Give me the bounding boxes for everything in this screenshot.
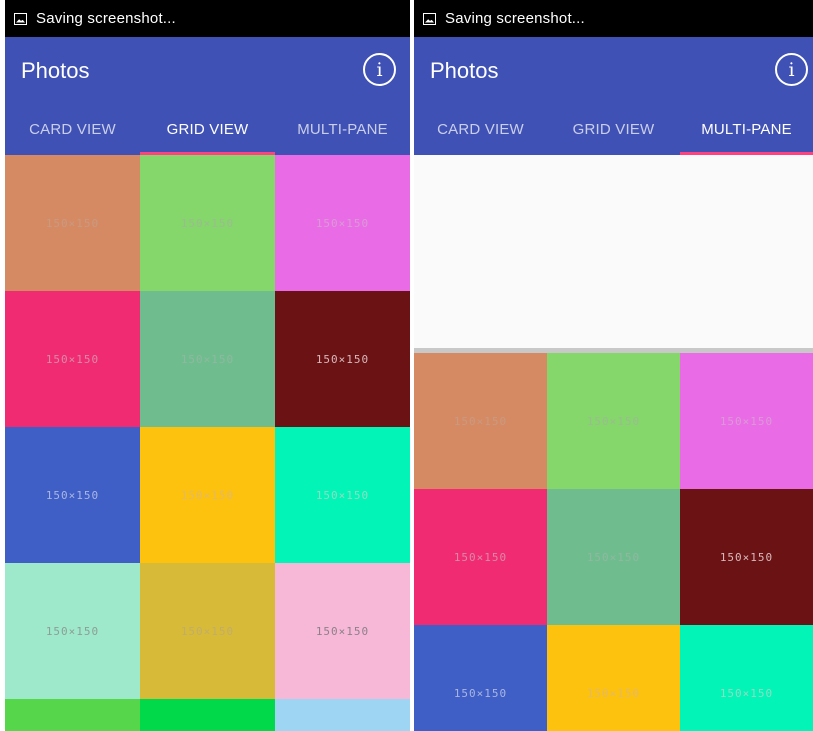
photo-tile[interactable]: 150×150 <box>547 489 680 625</box>
photo-tile[interactable]: 150×150 <box>680 353 813 489</box>
photo-tile[interactable]: 150×150 <box>5 427 140 563</box>
info-icon[interactable]: i <box>775 53 808 86</box>
photo-tile[interactable]: 150×150 <box>414 489 547 625</box>
photo-tile[interactable]: 150×150 <box>680 489 813 625</box>
photo-tile[interactable] <box>5 699 140 731</box>
tab-multi-pane[interactable]: MULTI-PANE <box>680 103 813 155</box>
photo-tile[interactable]: 150×150 <box>414 625 547 731</box>
app-title: Photos <box>21 58 90 83</box>
status-bar: Saving screenshot... <box>5 0 410 37</box>
photo-tile[interactable]: 150×150 <box>140 291 275 427</box>
tab-grid-view[interactable]: GRID VIEW <box>140 103 275 155</box>
photo-tile[interactable]: 150×150 <box>275 427 410 563</box>
detail-pane <box>414 155 813 348</box>
photo-tile[interactable]: 150×150 <box>547 353 680 489</box>
photo-tile[interactable] <box>140 699 275 731</box>
photo-tile[interactable]: 150×150 <box>5 155 140 291</box>
app-title: Photos <box>430 58 499 83</box>
photo-tile[interactable]: 150×150 <box>140 155 275 291</box>
photo-tile[interactable]: 150×150 <box>275 563 410 699</box>
right-screen: Saving screenshot... Photos i CARD VIEW … <box>414 0 813 731</box>
photo-tile[interactable]: 150×150 <box>547 625 680 731</box>
tab-bar: CARD VIEW GRID VIEW MULTI-PANE <box>414 103 813 155</box>
photo-grid: 150×150 150×150 150×150 150×150 150×150 150×1… <box>414 353 813 731</box>
photo-tile[interactable]: 150×150 <box>275 291 410 427</box>
screenshot-icon <box>14 12 27 25</box>
status-text: Saving screenshot... <box>445 10 585 27</box>
photo-tile[interactable]: 150×150 <box>5 563 140 699</box>
photo-tile[interactable]: 150×150 <box>414 353 547 489</box>
info-icon[interactable]: i <box>363 53 396 86</box>
tab-grid-view[interactable]: GRID VIEW <box>547 103 680 155</box>
tab-card-view[interactable]: CARD VIEW <box>5 103 140 155</box>
photo-tile[interactable]: 150×150 <box>140 563 275 699</box>
photo-tile[interactable]: 150×150 <box>275 155 410 291</box>
app-bar: Photos i CARD VIEW GRID VIEW MULTI-PANE <box>414 37 813 155</box>
photo-tile[interactable]: 150×150 <box>680 625 813 731</box>
left-screen: Saving screenshot... Photos i CARD VIEW … <box>5 0 410 731</box>
tab-bar: CARD VIEW GRID VIEW MULTI-PANE <box>5 103 410 155</box>
app-bar: Photos i CARD VIEW GRID VIEW MULTI-PANE <box>5 37 410 155</box>
photo-grid: 150×150 150×150 150×150 150×150 150×150 150×1… <box>5 155 410 731</box>
photo-tile[interactable] <box>275 699 410 731</box>
photo-tile[interactable]: 150×150 <box>140 427 275 563</box>
photo-tile[interactable]: 150×150 <box>5 291 140 427</box>
tab-multi-pane[interactable]: MULTI-PANE <box>275 103 410 155</box>
tab-card-view[interactable]: CARD VIEW <box>414 103 547 155</box>
status-text: Saving screenshot... <box>36 10 176 27</box>
status-bar: Saving screenshot... <box>414 0 813 37</box>
screenshot-icon <box>423 12 436 25</box>
